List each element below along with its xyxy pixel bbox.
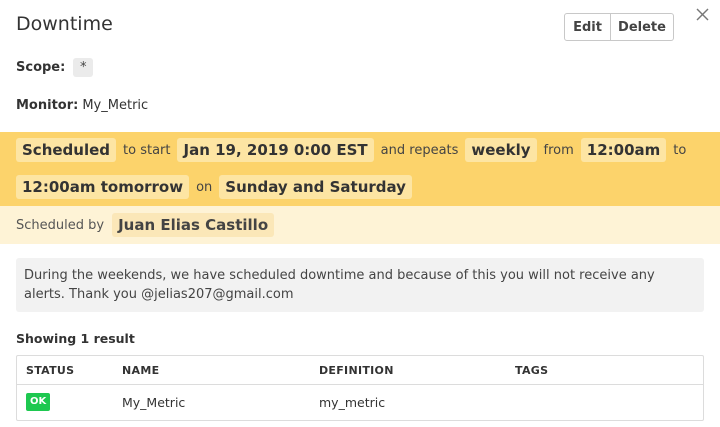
start-date-chip: Jan 19, 2019 0:00 EST	[177, 138, 374, 162]
scheduled-by-label: Scheduled by	[16, 217, 105, 233]
to-text: to	[673, 142, 687, 158]
scope-value: *	[73, 58, 94, 77]
monitor-label: Monitor:	[16, 98, 79, 113]
scope-row: Scope: *	[16, 58, 94, 77]
column-header-tags[interactable]: TAGS	[515, 364, 548, 377]
status-badge: OK	[26, 393, 51, 411]
scheduled-by-row: Scheduled by Juan Elias Castillo	[0, 206, 720, 244]
action-button-group: Edit Delete	[564, 13, 674, 41]
results-count: Showing 1 result	[16, 331, 135, 346]
monitor-value: My_Metric	[82, 98, 149, 113]
downtime-message: During the weekends, we have scheduled d…	[16, 258, 704, 312]
monitor-row: Monitor: My_Metric	[16, 98, 148, 113]
schedule-line-2: 12:00am tomorrow on Sunday and Saturday	[16, 173, 412, 201]
delete-button[interactable]: Delete	[611, 13, 674, 41]
row-name[interactable]: My_Metric	[122, 395, 185, 410]
schedule-summary: Scheduled to start Jan 19, 2019 0:00 EST…	[0, 132, 720, 206]
repeat-chip: weekly	[465, 138, 537, 162]
edit-button[interactable]: Edit	[564, 13, 611, 41]
status-chip: Scheduled	[16, 138, 117, 162]
scheduled-by-name: Juan Elias Castillo	[112, 213, 275, 237]
and-repeats-text: and repeats	[380, 142, 459, 158]
table-row[interactable]: OK My_Metric my_metric	[17, 385, 703, 421]
from-text: from	[543, 142, 574, 158]
column-header-status[interactable]: STATUS	[26, 364, 74, 377]
table-header: STATUS NAME DEFINITION TAGS	[17, 356, 703, 385]
from-time-chip: 12:00am	[580, 138, 667, 162]
column-header-definition[interactable]: DEFINITION	[319, 364, 394, 377]
schedule-line-1: Scheduled to start Jan 19, 2019 0:00 EST…	[16, 136, 693, 164]
to-start-text: to start	[123, 142, 171, 158]
column-header-name[interactable]: NAME	[122, 364, 159, 377]
results-table: STATUS NAME DEFINITION TAGS OK My_Metric…	[16, 355, 704, 421]
row-definition: my_metric	[319, 395, 386, 410]
days-chip: Sunday and Saturday	[219, 175, 412, 199]
to-time-chip: 12:00am tomorrow	[16, 175, 190, 199]
scope-label: Scope:	[16, 60, 66, 75]
on-text: on	[196, 179, 213, 195]
page-title: Downtime	[16, 13, 113, 35]
close-icon[interactable]	[693, 6, 711, 24]
